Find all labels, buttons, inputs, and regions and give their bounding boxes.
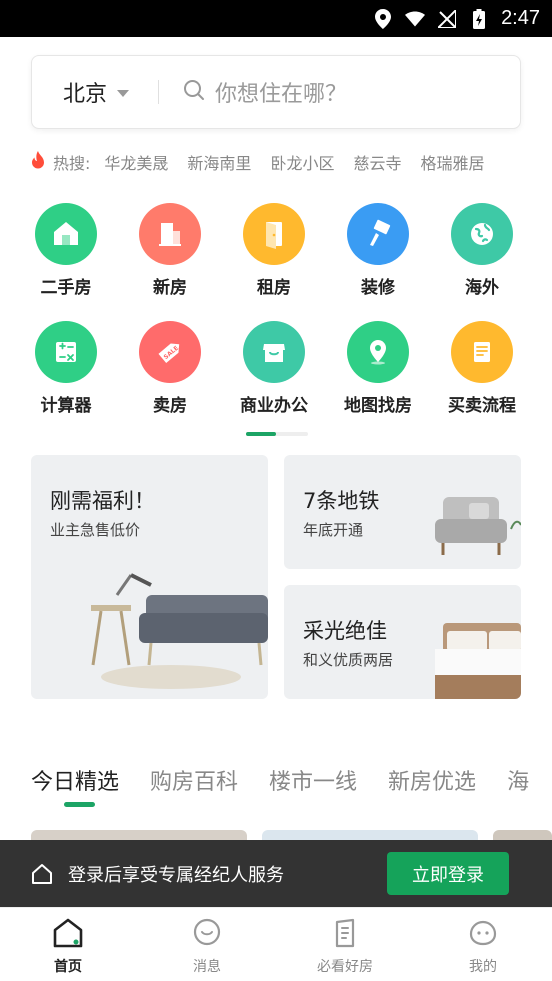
banner-subtitle: 年底开通 [303, 521, 364, 539]
caret-down-icon [117, 83, 130, 102]
grid-item-sell-house[interactable]: SALE 卖房 [125, 321, 215, 416]
login-prompt-bar: 登录后享受专属经纪人服务 立即登录 [0, 840, 552, 907]
grid-label: 新房 [153, 278, 187, 298]
nav-label: 我的 [469, 959, 497, 975]
banner-sunlight[interactable]: 采光绝佳 和义优质两居 [284, 585, 521, 699]
city-label: 北京 [63, 82, 108, 107]
tab-today-picks[interactable]: 今日精选 [31, 764, 119, 796]
document-icon [451, 321, 513, 383]
search-icon [183, 79, 205, 105]
banner-promo-big[interactable]: 刚需福利！ 业主急售低价 [31, 455, 268, 699]
globe-icon [451, 203, 513, 265]
grid-label: 计算器 [40, 396, 92, 416]
grid-item-calculator[interactable]: 计算器 [21, 321, 111, 416]
nav-messages[interactable]: 消息 [167, 918, 247, 976]
grid-item-commercial[interactable]: 商业办公 [229, 321, 319, 416]
map-pin-icon [347, 321, 409, 383]
building-icon [139, 203, 201, 265]
grid-label: 卖房 [153, 396, 187, 416]
grid-page-indicator [246, 432, 308, 436]
login-button[interactable]: 立即登录 [387, 852, 509, 895]
grid-label: 海外 [465, 278, 499, 298]
battery-charging-icon [469, 8, 489, 29]
banner-title: 采光绝佳 [303, 619, 387, 643]
nav-home[interactable]: 首页 [28, 918, 108, 976]
banner-title: 7条地铁 [303, 489, 380, 513]
grid-item-new-house[interactable]: 新房 [125, 203, 215, 298]
nav-good-houses[interactable]: 必看好房 [305, 918, 385, 976]
grid-label: 租房 [257, 278, 291, 298]
grid-item-overseas[interactable]: 海外 [437, 203, 527, 298]
bottom-nav: 首页 消息 必看好房 我的 [0, 907, 552, 981]
city-selector[interactable]: 北京 [32, 56, 158, 128]
hot-search-row: 热搜: 华龙美晟 新海南里 卧龙小区 慈云寺 格瑞雅居 [31, 150, 503, 174]
page-indicator-active [246, 432, 276, 436]
location-icon [373, 8, 393, 29]
tab-new-house-picks[interactable]: 新房优选 [388, 764, 476, 796]
door-icon [243, 203, 305, 265]
tab-overseas[interactable]: 海 [507, 764, 529, 796]
no-signal-icon [437, 9, 457, 29]
grid-item-decoration[interactable]: 装修 [333, 203, 423, 298]
grid-item-rent[interactable]: 租房 [229, 203, 319, 298]
armchair-illustration [435, 497, 521, 555]
login-prompt-text: 登录后享受专属经纪人服务 [68, 864, 284, 886]
paintbrush-icon [347, 203, 409, 265]
fire-icon [31, 151, 45, 173]
nav-profile[interactable]: 我的 [443, 918, 523, 976]
grid-item-trade-process[interactable]: 买卖流程 [437, 321, 527, 416]
nav-label: 首页 [54, 959, 82, 975]
hot-keyword[interactable]: 慈云寺 [353, 150, 401, 174]
banner-subtitle: 和义优质两居 [303, 651, 394, 669]
grid-label: 装修 [361, 278, 395, 298]
search-placeholder: 你想住在哪？ [215, 82, 348, 107]
home-icon [52, 918, 84, 952]
grid-label: 二手房 [40, 278, 92, 298]
message-icon [191, 918, 223, 952]
living-room-illustration [91, 573, 268, 689]
hot-keyword[interactable]: 卧龙小区 [270, 150, 334, 174]
banner-subway[interactable]: 7条地铁 年底开通 [284, 455, 521, 569]
grid-label: 商业办公 [240, 396, 308, 416]
profile-icon [467, 918, 499, 952]
status-time: 2:47 [501, 7, 540, 29]
bed-illustration [435, 623, 521, 699]
nav-label: 消息 [193, 959, 221, 975]
search-card: 北京 你想住在哪？ [31, 55, 521, 129]
wifi-icon [405, 9, 426, 29]
home-outline-icon [30, 862, 54, 886]
tab-buying-guide[interactable]: 购房百科 [150, 764, 238, 796]
sale-tag-icon: SALE [139, 321, 201, 383]
hot-keyword[interactable]: 格瑞雅居 [420, 150, 484, 174]
hot-keyword[interactable]: 新海南里 [187, 150, 251, 174]
nav-label: 必看好房 [317, 959, 373, 975]
active-tab-indicator [64, 802, 95, 807]
grid-label: 买卖流程 [448, 396, 516, 416]
grid-item-map-search[interactable]: 地图找房 [333, 321, 423, 416]
content-tabs: 今日精选 购房百科 楼市一线 新房优选 海 [31, 760, 552, 800]
status-bar: 2:47 [0, 0, 552, 37]
good-house-icon [329, 918, 361, 952]
hot-search-label: 热搜: [53, 154, 91, 173]
search-input[interactable]: 你想住在哪？ [159, 76, 520, 108]
grid-item-second-hand[interactable]: 二手房 [21, 203, 111, 298]
hot-keyword[interactable]: 华龙美晟 [104, 150, 168, 174]
shop-icon [243, 321, 305, 383]
grid-label: 地图找房 [344, 396, 412, 416]
tab-market-news[interactable]: 楼市一线 [269, 764, 357, 796]
house-icon [35, 203, 97, 265]
calculator-icon [35, 321, 97, 383]
